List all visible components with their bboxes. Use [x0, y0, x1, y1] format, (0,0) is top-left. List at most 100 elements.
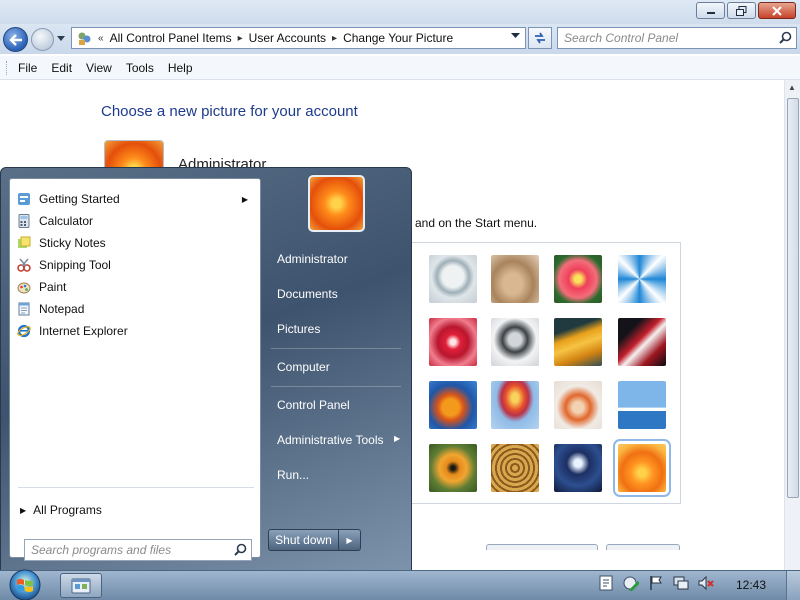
picture-hot-air-balloon[interactable] [491, 381, 539, 429]
all-programs-button[interactable]: ▶ All Programs [20, 503, 102, 517]
picture-woven-basket[interactable] [491, 444, 539, 492]
menu-file[interactable]: File [18, 61, 37, 75]
picture-pink-flower[interactable] [554, 255, 602, 303]
breadcrumb-separator-icon[interactable]: ▸ [238, 33, 243, 44]
start-link-pictures[interactable]: Pictures [277, 322, 320, 336]
picture-pinwheel[interactable] [618, 255, 666, 303]
picture-lighthouse[interactable] [554, 444, 602, 492]
program-label: Getting Started [39, 192, 120, 206]
breadcrumb-separator-icon[interactable]: ▸ [332, 33, 337, 44]
page-title: Choose a new picture for your account [101, 103, 358, 120]
scroll-up-icon[interactable]: ▲ [788, 83, 796, 92]
picture-jacks[interactable] [491, 318, 539, 366]
close-button[interactable] [758, 2, 796, 19]
start-link-control-panel[interactable]: Control Panel [277, 398, 350, 412]
restore-icon [736, 5, 747, 16]
show-desktop-button[interactable] [786, 571, 800, 600]
program-sticky-notes[interactable]: Sticky Notes [14, 232, 254, 254]
shutdown-options-button[interactable]: ▶ [339, 529, 361, 551]
start-menu-programs-pane: Getting Started ▶ Calculator Sticky Note… [9, 178, 261, 561]
refresh-button[interactable] [528, 27, 552, 49]
taskbar-clock[interactable]: 12:43 [736, 578, 766, 592]
submenu-arrow-icon: ▶ [241, 194, 248, 204]
program-internet-explorer[interactable]: Internet Explorer [14, 320, 254, 342]
start-link-computer[interactable]: Computer [277, 360, 330, 374]
expand-arrow-icon: ▶ [20, 505, 27, 515]
restore-button[interactable] [727, 2, 756, 19]
start-link-documents[interactable]: Documents [277, 287, 338, 301]
chevron-right-icon: ▶ [346, 535, 353, 545]
picture-fish[interactable] [429, 381, 477, 429]
program-calculator[interactable]: Calculator [14, 210, 254, 232]
start-link-administrator[interactable]: Administrator [277, 252, 348, 266]
user-avatar[interactable] [308, 175, 365, 232]
picture-grid [370, 242, 681, 504]
picture-red-star[interactable] [429, 318, 477, 366]
change-picture-button[interactable] [486, 544, 598, 550]
program-snipping-tool[interactable]: Snipping Tool [14, 254, 254, 276]
search-control-panel-input[interactable]: Search Control Panel [557, 27, 797, 49]
search-icon[interactable] [234, 543, 247, 556]
internet-explorer-icon [16, 323, 32, 339]
document-icon[interactable] [598, 575, 614, 591]
vertical-scrollbar[interactable]: ▲ [784, 80, 800, 570]
cancel-button[interactable] [606, 544, 680, 550]
menu-view[interactable]: View [86, 61, 112, 75]
picture-sailboat[interactable] [618, 381, 666, 429]
picture-kitten[interactable] [491, 255, 539, 303]
program-label: Calculator [39, 214, 94, 228]
recent-pages-dropdown-icon[interactable] [57, 36, 65, 42]
program-getting-started[interactable]: Getting Started ▶ [14, 188, 254, 210]
paint-icon [16, 279, 32, 295]
menu-edit[interactable]: Edit [51, 61, 72, 75]
picture-origami-crane[interactable] [618, 318, 666, 366]
breadcrumb-user-accounts[interactable]: User Accounts [249, 31, 326, 45]
control-panel-window-icon [71, 578, 91, 593]
volume-muted-icon[interactable] [698, 575, 714, 591]
calculator-icon [16, 213, 32, 229]
taskbar-control-panel-window[interactable] [60, 573, 102, 598]
address-dropdown-icon[interactable] [511, 32, 520, 39]
program-paint[interactable]: Paint [14, 276, 254, 298]
menu-bar: File Edit View Tools Help [0, 56, 800, 80]
action-center-flag-icon[interactable] [648, 575, 664, 591]
start-link-run[interactable]: Run... [277, 468, 309, 482]
breadcrumb-overflow-icon[interactable]: « [98, 33, 104, 44]
breadcrumb-all-control-panel-items[interactable]: All Control Panel Items [110, 31, 232, 45]
getting-started-icon [16, 191, 32, 207]
start-search-input[interactable]: Search programs and files [24, 539, 252, 561]
programs-divider [18, 487, 254, 488]
minimize-button[interactable] [696, 2, 725, 19]
submenu-arrow-icon: ▶ [394, 434, 401, 443]
minimize-icon [706, 11, 715, 14]
menu-help[interactable]: Help [168, 61, 193, 75]
picture-compass[interactable] [429, 255, 477, 303]
program-label: Paint [39, 280, 67, 294]
breadcrumb-change-your-picture[interactable]: Change Your Picture [343, 31, 453, 45]
back-button[interactable] [3, 27, 28, 52]
network-icon[interactable] [673, 575, 689, 591]
close-icon [772, 5, 782, 16]
scroll-thumb[interactable] [787, 98, 799, 498]
notification-area [598, 575, 714, 591]
start-button-windows-logo-icon[interactable] [4, 565, 46, 600]
menu-grip [6, 60, 10, 75]
picture-stairs[interactable] [554, 318, 602, 366]
shut-down-button[interactable]: Shut down [268, 529, 339, 551]
forward-button[interactable] [31, 28, 54, 51]
picture-orange-flower[interactable] [613, 439, 671, 497]
start-link-administrative-tools[interactable]: Administrative Tools ▶ [277, 433, 400, 447]
menu-tools[interactable]: Tools [126, 61, 154, 75]
picture-figurine[interactable] [554, 381, 602, 429]
sticky-notes-icon [16, 235, 32, 251]
picture-butterfly[interactable] [429, 444, 477, 492]
search-placeholder: Search Control Panel [564, 31, 679, 45]
program-label: Notepad [39, 302, 85, 316]
program-notepad[interactable]: Notepad [14, 298, 254, 320]
security-check-icon[interactable] [623, 575, 639, 591]
start-search-placeholder: Search programs and files [31, 543, 172, 557]
search-icon[interactable] [779, 31, 792, 44]
refresh-icon [535, 32, 545, 44]
start-right-divider [271, 386, 401, 387]
address-bar[interactable]: « All Control Panel Items ▸ User Account… [71, 27, 526, 49]
